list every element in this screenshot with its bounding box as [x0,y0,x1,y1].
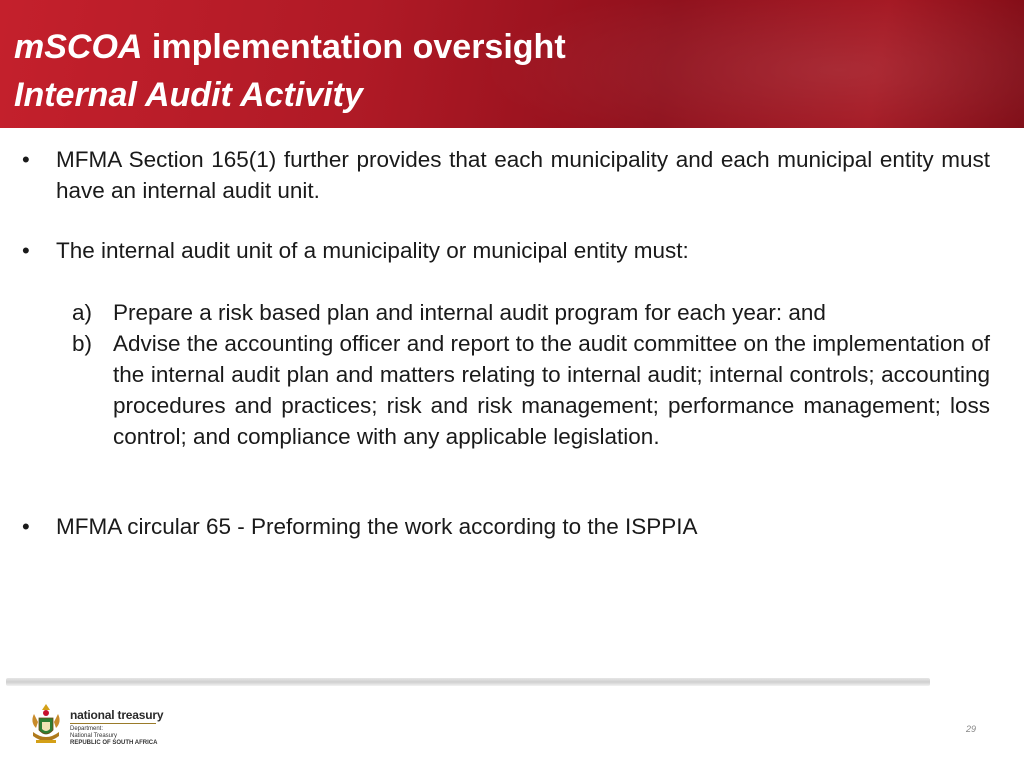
logo-dept-line1: Department: [70,726,104,732]
title-mscoa: mSCOA [14,28,143,66]
sub-item-marker: b) [72,331,93,356]
bullet-dot: • [22,147,30,172]
bullet-dot: • [22,238,30,263]
bullet-text: MFMA Section 165(1) further provides tha… [56,147,990,203]
slide-title: mSCOA implementation oversight [14,28,566,67]
coat-of-arms-icon [32,704,60,743]
national-treasury-logo: national treasury Department: National T… [70,708,164,747]
logo-dept-line3: REPUBLIC OF SOUTH AFRICA [70,740,158,746]
sub-item-marker: a) [72,300,93,325]
bullet-dot: • [22,514,30,539]
bullet-text: The internal audit unit of a municipalit… [56,238,689,263]
logo-name: national treasury [70,708,164,722]
bullet-item: • MFMA circular 65 - Preforming the work… [22,511,990,542]
logo-dept-line2: National Treasury [70,733,118,739]
footer-divider [6,678,930,686]
sub-item-b: b) Advise the accounting officer and rep… [72,328,990,452]
slide-subtitle: Internal Audit Activity [14,76,363,114]
title-banner: mSCOA implementation oversight Internal … [0,0,1024,128]
logo-rule [70,723,156,724]
bullet-item: • The internal audit unit of a municipal… [22,235,990,266]
sub-item-a: a) Prepare a risk based plan and interna… [72,297,990,328]
bullet-text: MFMA circular 65 - Preforming the work a… [56,514,698,539]
page-number: 29 [966,724,977,734]
bullet-item: • MFMA Section 165(1) further provides t… [22,144,990,206]
sub-item-text: Advise the accounting officer and report… [113,331,990,449]
title-rest: implementation oversight [142,28,566,66]
sub-item-text: Prepare a risk based plan and internal a… [113,300,826,325]
